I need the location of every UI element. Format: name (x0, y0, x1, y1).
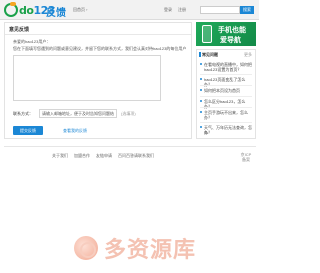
banner-line-1: 手机也能 (218, 27, 246, 34)
search-button[interactable]: 搜索 (240, 6, 254, 14)
feedback-textarea[interactable] (13, 55, 161, 101)
footer-icp: 京ICP 备案 (236, 152, 256, 162)
view-my-feedback-link[interactable]: 查看我的反馈 (63, 128, 87, 134)
instructions-text: 您在下面填写您遇到的问题或意见建议，并留下您的联系方式，我们会认真对待hao12… (13, 46, 187, 51)
divider (200, 96, 252, 97)
feedback-card: 意见反馈 亲爱的hao123用户： 您在下面填写您遇到的问题或意见建议，并留下您… (4, 22, 192, 139)
divider (200, 85, 252, 86)
watermark: 多资源库 (74, 234, 197, 263)
contact-hint: (选填项) (121, 111, 136, 116)
watermark-text: 多资源库 (104, 238, 197, 263)
faq-panel: 常见问题 更多 在看电视的直播中，如何把 hao123设置为首页？ hao123… (196, 49, 256, 139)
footer-link-about[interactable]: 关于我们 (52, 153, 68, 159)
bullet-icon (200, 111, 202, 113)
bullet-icon (200, 78, 202, 80)
footer-divider (4, 146, 256, 147)
logo-icon (4, 2, 18, 17)
login-link[interactable]: 登录 (164, 7, 172, 13)
site-title: 反馈 (46, 8, 66, 19)
watermark-logo-icon (74, 236, 98, 260)
footer-link-contact[interactable]: 百问百答请联系我们 (118, 153, 154, 159)
faq-item-text-cont: hao123设置为首页？ (204, 67, 242, 72)
faq-item-text-cont: 办？ (204, 115, 212, 120)
bullet-icon (200, 89, 202, 91)
banner-line-2: 爱导航 (220, 37, 241, 44)
faq-title: 常见问题 (202, 52, 218, 57)
faq-header: 常见问题 更多 (197, 50, 255, 59)
contact-input[interactable] (39, 109, 117, 118)
footer-link-friendlink[interactable]: 友链申请 (96, 153, 112, 159)
divider (5, 34, 191, 35)
bullet-icon (200, 126, 202, 128)
mobile-app-banner[interactable]: 手机也能 爱导航 (196, 22, 256, 46)
bullet-icon (200, 63, 202, 65)
divider (200, 122, 252, 123)
top-header: do123 反馈 回首页 › 登录 注册 搜索 (0, 0, 259, 20)
faq-item-text-cont: 办？ (204, 130, 212, 135)
bullet-icon (200, 100, 202, 102)
footer-icp-line-2: 备案 (242, 157, 250, 162)
contact-label: 联系方式： (13, 111, 33, 116)
card-title: 意见反馈 (9, 27, 30, 33)
register-link[interactable]: 注册 (178, 7, 186, 13)
footer-link-partner[interactable]: 加盟合作 (74, 153, 90, 159)
divider (200, 74, 252, 75)
phone-icon (202, 25, 212, 43)
divider (200, 107, 252, 108)
greeting-text: 亲爱的hao123用户： (13, 39, 51, 44)
accent-bar (199, 52, 201, 57)
back-home-link[interactable]: 回首页 › (73, 7, 87, 13)
submit-feedback-button[interactable]: 提交反馈 (13, 126, 43, 135)
search-input[interactable] (200, 6, 240, 14)
faq-item-text: 如何把本页设为首页 (204, 88, 240, 93)
faq-more-link[interactable]: 更多 (244, 52, 252, 58)
